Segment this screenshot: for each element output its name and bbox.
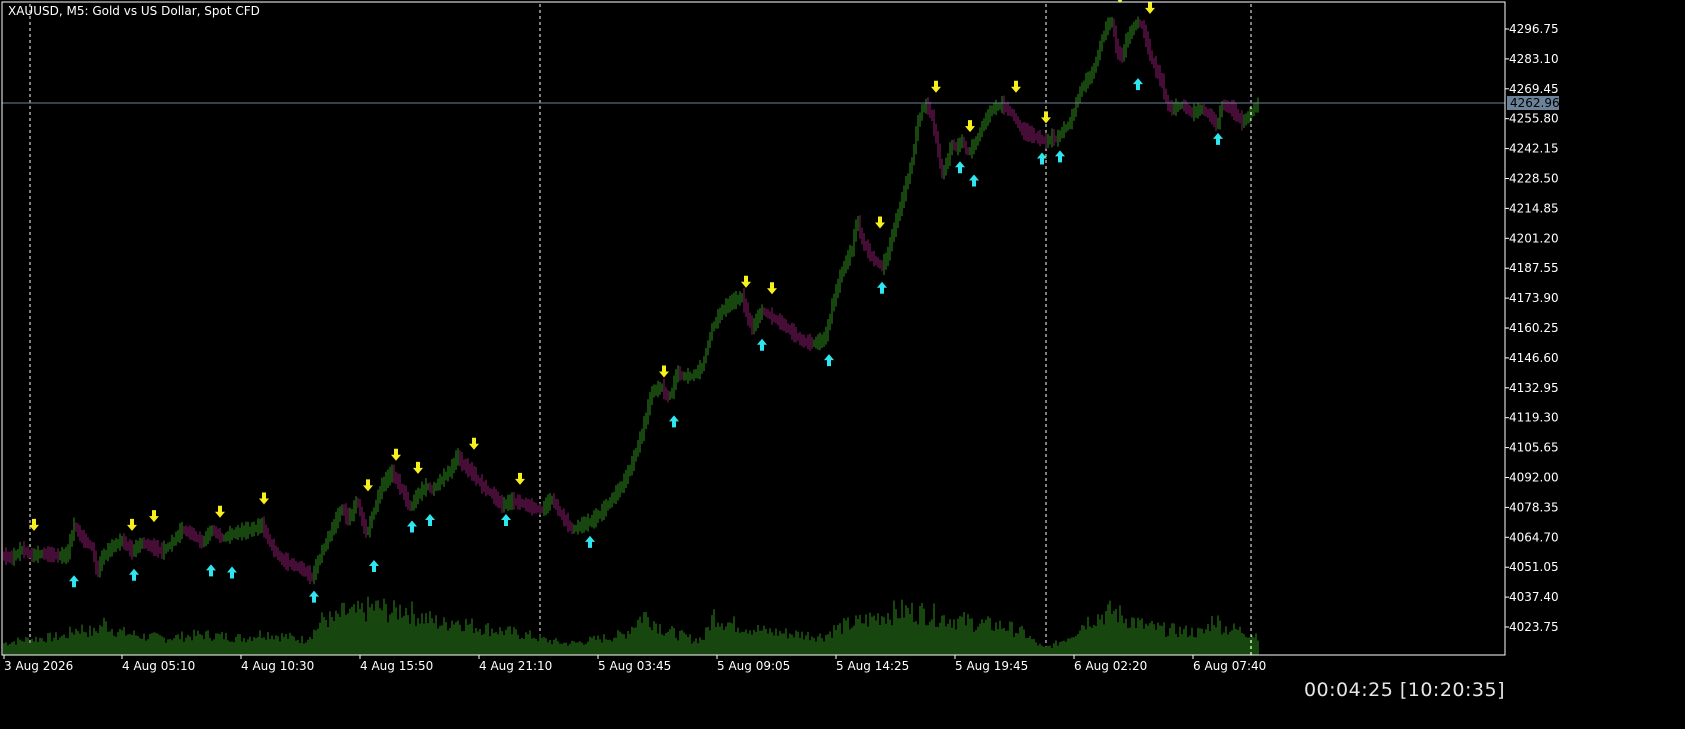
bar-timer: 00:04:25 [10:20:35]	[1303, 679, 1505, 701]
y-tick-label: 4214.85	[1509, 201, 1559, 215]
y-tick-label: 4132.95	[1509, 381, 1559, 395]
x-tick-label: 4 Aug 10:30	[241, 659, 314, 673]
x-tick-label: 5 Aug 03:45	[598, 659, 671, 673]
current-price-tag: 4262.96	[1507, 96, 1560, 111]
x-tick-label: 5 Aug 09:05	[717, 659, 790, 673]
y-tick-label: 4283.10	[1509, 52, 1559, 66]
y-tick-label: 4242.15	[1509, 142, 1559, 156]
x-tick-label: 4 Aug 21:10	[479, 659, 552, 673]
y-tick-label: 4092.00	[1509, 471, 1559, 485]
x-tick-label: 6 Aug 02:20	[1074, 659, 1147, 673]
x-tick-label: 6 Aug 07:40	[1193, 659, 1266, 673]
x-tick-label: 5 Aug 19:45	[955, 659, 1028, 673]
chart-title: XAUUSD, M5: Gold vs US Dollar, Spot CFD	[8, 4, 260, 18]
y-tick-label: 4201.20	[1509, 231, 1559, 245]
y-tick-label: 4023.75	[1509, 620, 1559, 634]
y-tick-label: 4296.75	[1509, 22, 1559, 36]
y-tick-label: 4173.90	[1509, 291, 1559, 305]
y-tick-label: 4187.55	[1509, 261, 1559, 275]
y-tick-label: 4160.25	[1509, 321, 1559, 335]
x-tick-label: 3 Aug 2026	[4, 659, 73, 673]
y-tick-label: 4051.05	[1509, 560, 1559, 574]
y-tick-label: 4228.50	[1509, 172, 1559, 186]
y-tick-label: 4105.65	[1509, 441, 1559, 455]
y-tick-label: 4255.80	[1509, 112, 1559, 126]
y-tick-label: 4146.60	[1509, 351, 1559, 365]
y-tick-label: 4037.40	[1509, 590, 1559, 604]
price-tag-label: 4262.96	[1510, 96, 1560, 110]
x-tick-label: 4 Aug 15:50	[360, 659, 433, 673]
y-tick-label: 4269.45	[1509, 82, 1559, 96]
y-tick-label: 4119.30	[1509, 411, 1559, 425]
chart-background	[0, 0, 1685, 729]
y-tick-label: 4078.35	[1509, 500, 1559, 514]
x-tick-label: 4 Aug 05:10	[122, 659, 195, 673]
y-tick-label: 4064.70	[1509, 530, 1559, 544]
y-axis[interactable]: 4296.75 4283.10 4269.45 4255.80 4242.15 4228.…	[1505, 22, 1559, 634]
price-chart[interactable]: 4296.75 4283.10 4269.45 4255.80 4242.15 4228.…	[0, 0, 1685, 729]
x-tick-label: 5 Aug 14:25	[836, 659, 909, 673]
